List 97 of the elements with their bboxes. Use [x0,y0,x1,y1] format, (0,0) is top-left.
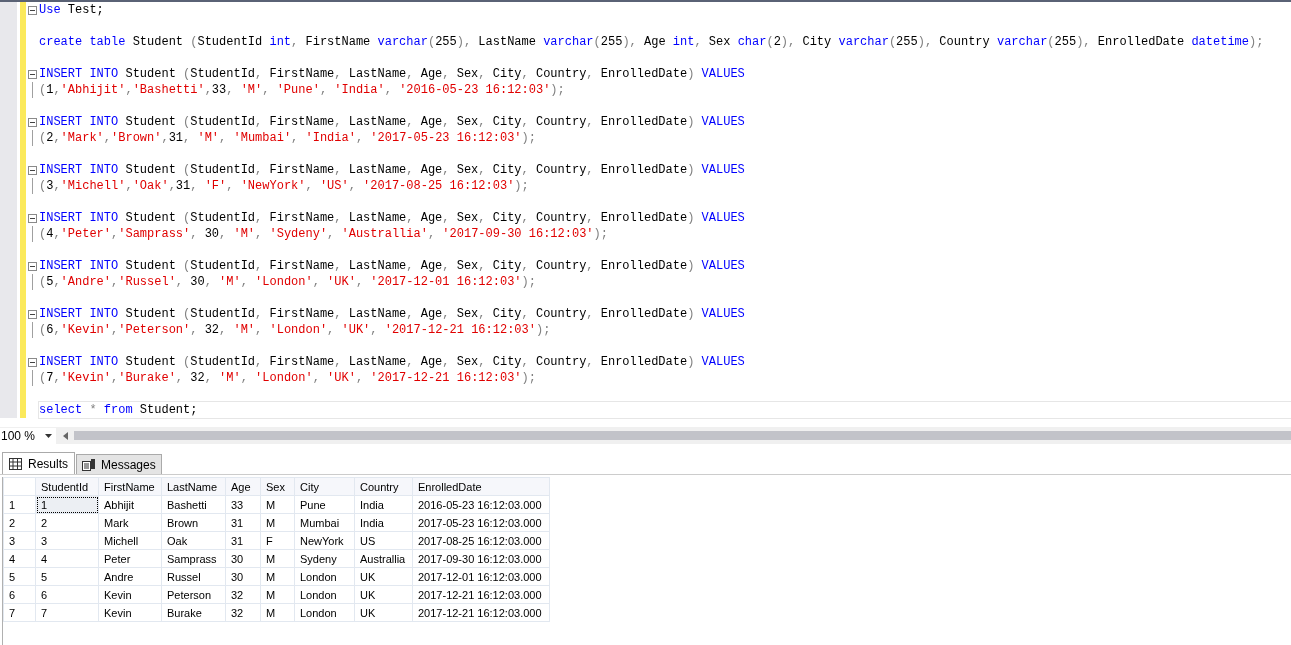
column-header[interactable]: Age [225,477,261,496]
code-line: INSERT INTO Student (StudentId, FirstName, LastName, Age, Sex, City, Country, EnrolledDate) VALUES [39,114,745,130]
results-tab[interactable]: Messages [76,454,162,474]
table-cell: India [354,513,413,532]
code-line: (2,'Mark','Brown',31, 'M', 'Mumbai', 'India', '2017-05-23 16:12:03'); [39,130,536,146]
table-cell: Mark [98,513,162,532]
collapse-icon[interactable] [28,309,37,319]
table-cell: Russel [161,567,226,586]
table-cell: 2017-12-21 16:12:03.000 [412,585,550,604]
collapse-icon[interactable] [28,117,37,127]
code-line: (6,'Kevin','Peterson', 32, 'M', 'London', 'UK', '2017-12-21 16:12:03'); [39,322,551,338]
zoom-dropdown[interactable]: 100 % [0,427,56,444]
table-cell: 6 [35,585,99,604]
grid-icon [9,457,22,470]
code-line: INSERT INTO Student (StudentId, FirstName, LastName, Age, Sex, City, Country, EnrolledDate) VALUES [39,162,745,178]
table-cell: Peterson [161,585,226,604]
code-line: (3,'Michell','Oak',31, 'F', 'NewYork', 'US', '2017-08-25 16:12:03'); [39,178,529,194]
column-header[interactable]: EnrolledDate [412,477,550,496]
table-cell: 2017-05-23 16:12:03.000 [412,513,550,532]
table-cell: 2017-12-01 16:12:03.000 [412,567,550,586]
column-header[interactable]: StudentId [35,477,99,496]
collapse-icon[interactable] [28,357,37,367]
table-cell: 2017-09-30 16:12:03.000 [412,549,550,568]
table-cell: Pune [294,495,355,514]
collapse-icon[interactable] [28,5,37,15]
code-line: INSERT INTO Student (StudentId, FirstName, LastName, Age, Sex, City, Country, EnrolledDate) VALUES [39,258,745,274]
table-cell: M [260,513,295,532]
code-line: INSERT INTO Student (StudentId, FirstName, LastName, Age, Sex, City, Country, EnrolledDate) VALUES [39,66,745,82]
table-cell: Burake [161,603,226,622]
table-cell: 32 [225,603,261,622]
table-cell: NewYork [294,531,355,550]
collapse-icon[interactable] [28,261,37,271]
code-line: INSERT INTO Student (StudentId, FirstName, LastName, Age, Sex, City, Country, EnrolledDate) VALUES [39,354,745,370]
code-line: select * from Student; [39,402,1291,418]
table-cell: 7 [35,603,99,622]
table-cell: Peter [98,549,162,568]
table-cell: India [354,495,413,514]
table-cell: 32 [225,585,261,604]
document-icon [82,458,95,471]
table-cell: Michell [98,531,162,550]
table-cell: Bashetti [161,495,226,514]
table-cell: Kevin [98,585,162,604]
table-cell: Samprass [161,549,226,568]
table-cell: 2016-05-23 16:12:03.000 [412,495,550,514]
table-cell: 5 [35,567,99,586]
table-cell: 30 [225,549,261,568]
table-cell: Abhijit [98,495,162,514]
table-cell: M [260,495,295,514]
table-cell: 30 [225,567,261,586]
code-line: (7,'Kevin','Burake', 32, 'M', 'London', 'UK', '2017-12-21 16:12:03'); [39,370,536,386]
table-cell: UK [354,585,413,604]
column-header[interactable]: LastName [161,477,226,496]
collapse-icon[interactable] [28,69,37,79]
table-cell: Oak [161,531,226,550]
table-cell: M [260,585,295,604]
column-header[interactable]: Country [354,477,413,496]
column-header[interactable]: City [294,477,355,496]
code-line: (5,'Andre','Russel', 30, 'M', 'London', 'UK', '2017-12-01 16:12:03'); [39,274,536,290]
table-cell: Australlia [354,549,413,568]
table-cell: UK [354,603,413,622]
table-cell: London [294,603,355,622]
table-cell: Andre [98,567,162,586]
table-cell: Mumbai [294,513,355,532]
table-cell: 2017-08-25 16:12:03.000 [412,531,550,550]
table-cell: London [294,585,355,604]
table-cell: Sydeny [294,549,355,568]
table-cell: 3 [35,531,99,550]
table-cell: 4 [35,549,99,568]
code-line: (1,'Abhijit','Bashetti',33, 'M', 'Pune', 'India', '2016-05-23 16:12:03'); [39,82,565,98]
code-line: INSERT INTO Student (StudentId, FirstName, LastName, Age, Sex, City, Country, EnrolledDate) VALUES [39,210,745,226]
table-cell: Kevin [98,603,162,622]
collapse-icon[interactable] [28,165,37,175]
code-line: create table Student (StudentId int, FirstName varchar(255), LastName varchar(255), Age int, Sex char(2), City varchar(255), Country varchar(255), EnrolledDate datetime); [39,34,1264,50]
code-line: (4,'Peter','Samprass', 30, 'M', 'Sydeny', 'Australlia', '2017-09-30 16:12:03'); [39,226,608,242]
query-editor[interactable] [0,0,1291,418]
column-header[interactable]: Sex [260,477,295,496]
collapse-icon[interactable] [28,213,37,223]
code-line: INSERT INTO Student (StudentId, FirstName, LastName, Age, Sex, City, Country, EnrolledDate) VALUES [39,306,745,322]
table-cell: F [260,531,295,550]
table-cell: UK [354,567,413,586]
table-cell: M [260,549,295,568]
table-cell: 2 [35,513,99,532]
table-cell: M [260,567,295,586]
table-cell: 33 [225,495,261,514]
table-cell: US [354,531,413,550]
table-cell: 31 [225,513,261,532]
table-cell: M [260,603,295,622]
table-cell: Brown [161,513,226,532]
horizontal-scrollbar[interactable] [74,431,1291,440]
results-tab[interactable]: Results [2,452,75,474]
table-cell: London [294,567,355,586]
table-cell: 31 [225,531,261,550]
table-cell: 2017-12-21 16:12:03.000 [412,603,550,622]
caret-icon [45,433,52,438]
code-line: Use Test; [39,2,104,18]
column-header[interactable]: FirstName [98,477,162,496]
scroll-left-icon[interactable] [62,431,68,440]
